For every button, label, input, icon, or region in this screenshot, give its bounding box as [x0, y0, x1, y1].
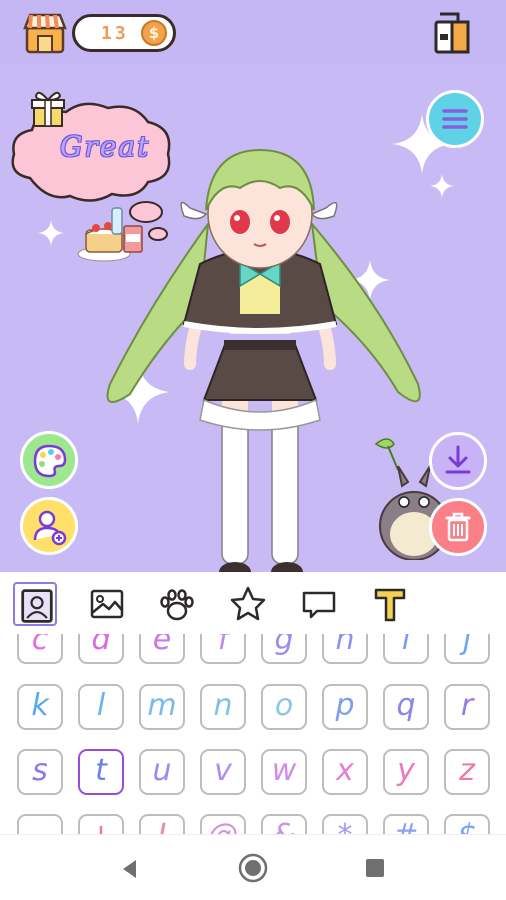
letter-key-symbol[interactable]: #	[383, 814, 429, 834]
wardrobe-icon[interactable]	[428, 8, 476, 56]
letter-key-d[interactable]: d	[78, 634, 124, 664]
add-person-icon	[33, 510, 67, 546]
coin-counter: 13 $	[72, 14, 176, 52]
text-icon	[374, 588, 406, 622]
download-icon	[445, 445, 471, 474]
shop-icon[interactable]	[22, 10, 68, 56]
system-nav-bar	[0, 834, 506, 900]
letter-key-p[interactable]: p	[322, 684, 368, 730]
letter-key-symbol[interactable]: &	[261, 814, 307, 834]
tab-stickers[interactable]	[226, 582, 270, 626]
letter-key-w[interactable]: w	[261, 749, 307, 795]
letter-grid: cdefghij klmnopqr stuvwxyz -+! @&* # $	[0, 634, 506, 834]
sparkle-icon	[430, 174, 454, 198]
coin-icon: $	[141, 20, 167, 46]
nav-back-icon[interactable]	[118, 857, 142, 881]
gift-icon[interactable]	[28, 88, 68, 128]
letter-key-r[interactable]: r	[444, 684, 490, 730]
image-icon	[90, 589, 124, 619]
letter-key-s[interactable]: s	[17, 749, 63, 795]
add-character-button[interactable]	[20, 497, 78, 555]
letter-key-symbol[interactable]: -	[17, 814, 63, 834]
letter-key-u[interactable]: u	[139, 749, 185, 795]
letter-key-f[interactable]: f	[200, 634, 246, 664]
letter-key-j[interactable]: j	[444, 634, 490, 664]
nav-home-icon[interactable]	[237, 852, 269, 884]
tab-pets[interactable]	[155, 582, 199, 626]
letter-key-symbol[interactable]: $	[444, 814, 490, 834]
letter-key-h[interactable]: h	[322, 634, 368, 664]
letter-key-n[interactable]: n	[200, 684, 246, 730]
delete-button[interactable]	[429, 498, 487, 556]
letter-key-i[interactable]: i	[383, 634, 429, 664]
download-button[interactable]	[429, 432, 487, 490]
letter-key-o[interactable]: o	[261, 684, 307, 730]
letter-key-e[interactable]: e	[139, 634, 185, 664]
letter-key-m[interactable]: m	[139, 684, 185, 730]
tab-speech[interactable]	[297, 582, 341, 626]
palette-button[interactable]	[20, 431, 78, 489]
trash-icon	[445, 512, 471, 542]
tab-text[interactable]	[368, 582, 412, 626]
coin-count: 13	[101, 23, 129, 44]
letter-key-z[interactable]: z	[444, 749, 490, 795]
hamburger-menu-icon	[442, 109, 468, 129]
letter-key-symbol[interactable]: @	[200, 814, 246, 834]
letter-key-c[interactable]: c	[17, 634, 63, 664]
tab-background[interactable]	[85, 582, 129, 626]
letter-key-x[interactable]: x	[322, 749, 368, 795]
letter-key-symbol[interactable]: *	[322, 814, 368, 834]
paw-icon	[160, 589, 194, 621]
letter-key-symbol[interactable]: !	[139, 814, 185, 834]
top-bar: 13 $	[0, 0, 506, 64]
letter-key-symbol[interactable]: +	[78, 814, 124, 834]
speech-bubble-icon	[302, 591, 336, 619]
category-tabs	[0, 572, 506, 634]
letter-key-g[interactable]: g	[261, 634, 307, 664]
sparkle-icon	[38, 220, 64, 246]
letter-key-l[interactable]: l	[78, 684, 124, 730]
menu-button[interactable]	[426, 90, 484, 148]
dressup-stage: Great	[0, 64, 506, 572]
palette-icon	[33, 444, 67, 478]
letter-key-k[interactable]: k	[17, 684, 63, 730]
letter-key-v[interactable]: v	[200, 749, 246, 795]
star-icon	[230, 586, 266, 621]
letter-key-y[interactable]: y	[383, 749, 429, 795]
portrait-frame-icon	[21, 589, 53, 623]
nav-recent-icon[interactable]	[364, 857, 386, 879]
tab-portrait[interactable]	[13, 582, 57, 626]
letter-key-t[interactable]: t	[78, 749, 124, 795]
letter-key-q[interactable]: q	[383, 684, 429, 730]
